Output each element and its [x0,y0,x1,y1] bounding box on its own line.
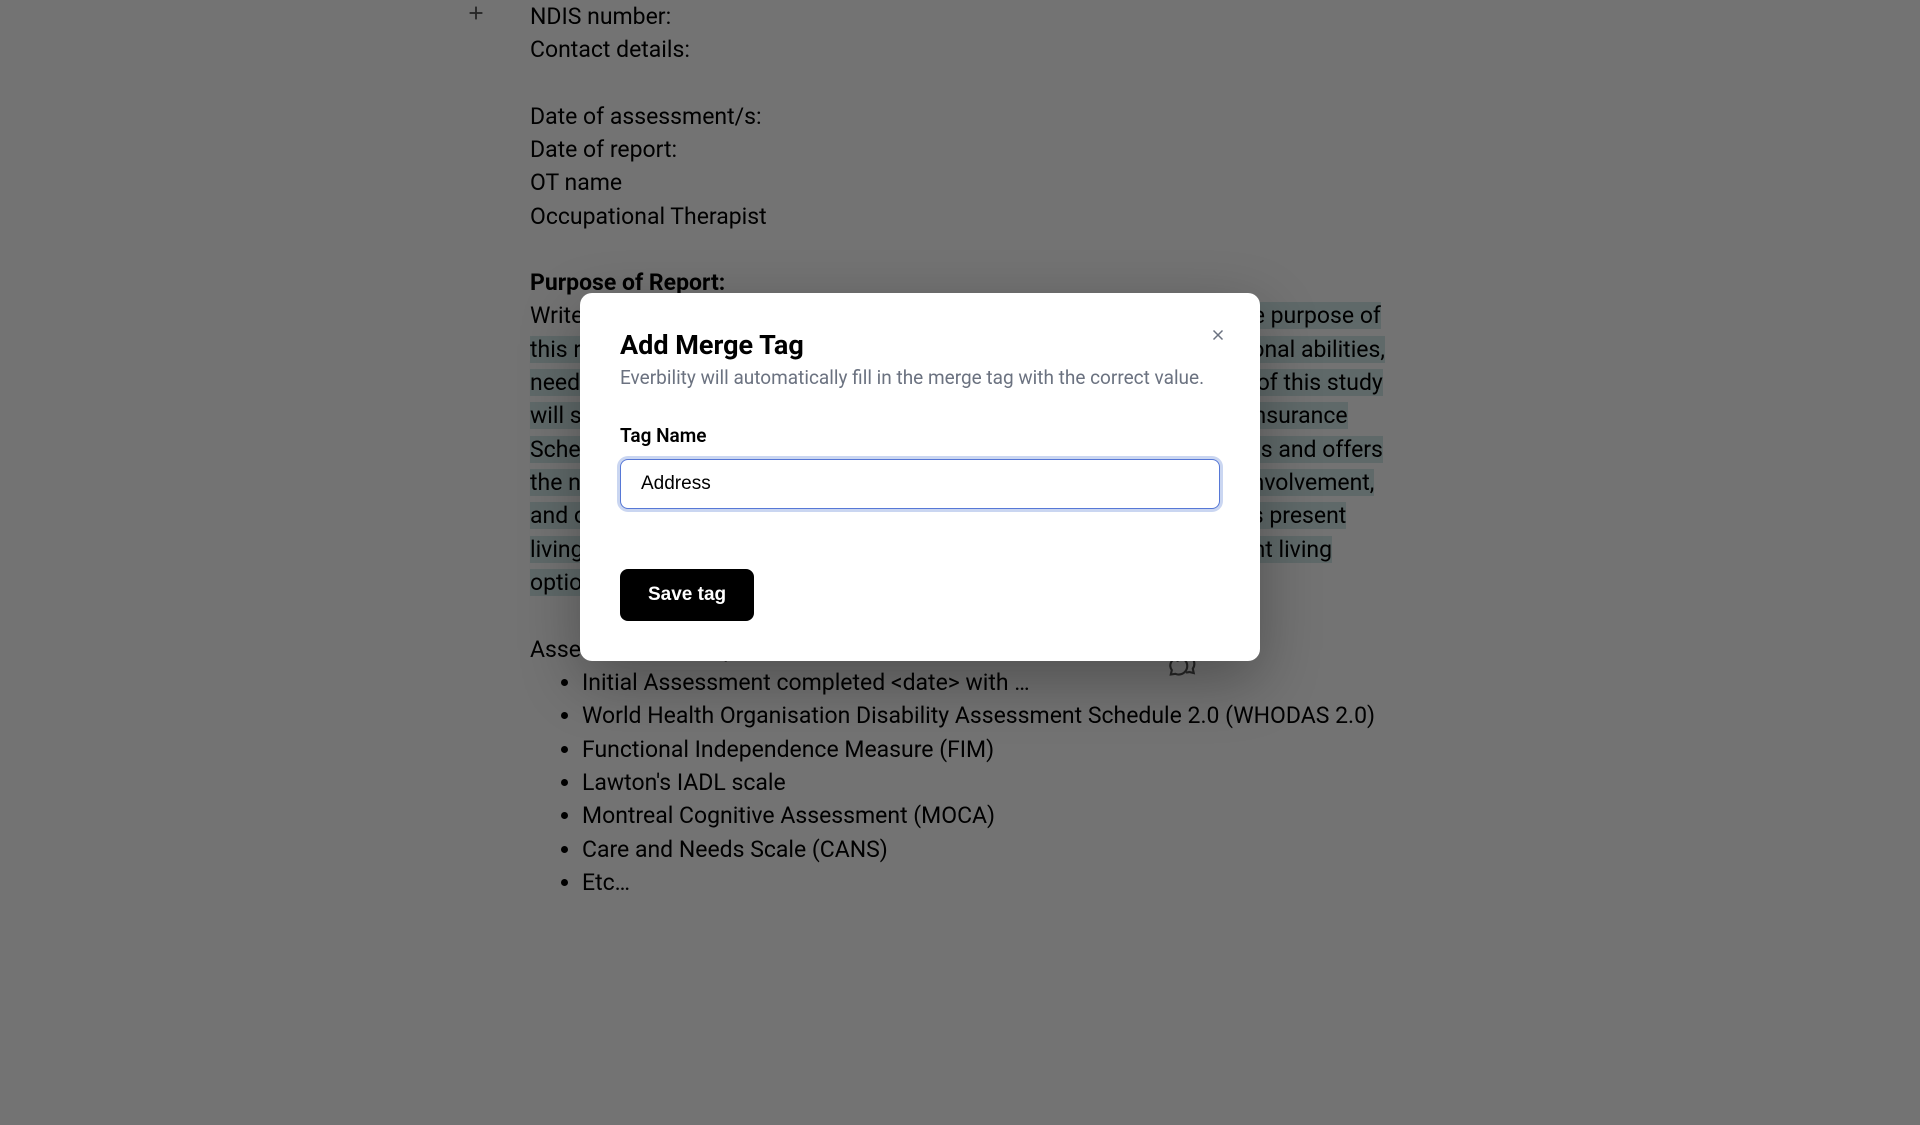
close-button[interactable] [1204,321,1232,349]
add-merge-tag-modal: Add Merge Tag Everbility will automatica… [580,293,1260,661]
modal-subtitle: Everbility will automatically fill in th… [620,365,1220,392]
modal-title: Add Merge Tag [620,329,1220,361]
tag-name-label: Tag Name [620,424,1220,447]
save-tag-button[interactable]: Save tag [620,569,754,621]
tag-name-input[interactable] [620,459,1220,509]
